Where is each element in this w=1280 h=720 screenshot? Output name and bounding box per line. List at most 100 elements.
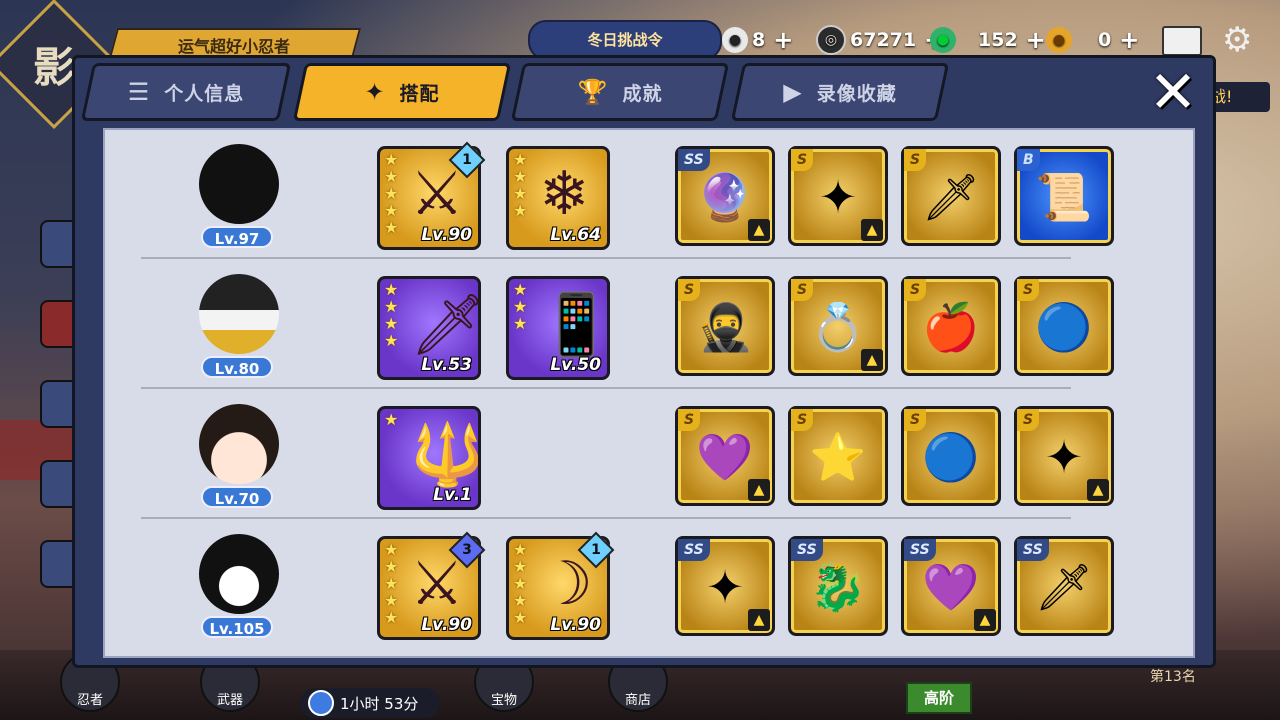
treasure-slot[interactable]: SS 🐉 bbox=[788, 536, 888, 636]
add-resource-icon[interactable]: + bbox=[1119, 26, 1139, 54]
treasure-icon: 🔵 bbox=[1035, 300, 1093, 354]
treasure-slot[interactable]: S 💍 ▲ bbox=[788, 276, 888, 376]
treasure-icon: 🍎 bbox=[922, 300, 980, 354]
treasure-icon: 🔮 bbox=[696, 170, 754, 224]
ninja-avatar[interactable]: Lv.97 bbox=[191, 144, 287, 248]
treasure-slot[interactable]: SS ✦ ▲ bbox=[675, 536, 775, 636]
tab-loadout[interactable]: ✦ 搭配 bbox=[292, 63, 512, 121]
add-resource-icon[interactable]: + bbox=[1026, 26, 1046, 54]
treasure-slot[interactable]: SS 🔮 ▲ bbox=[675, 146, 775, 246]
star-icon: ★ bbox=[513, 167, 528, 186]
weapon-level: Lv.53 bbox=[421, 355, 472, 375]
star-icon: ★ bbox=[384, 201, 399, 220]
tab-label: 个人信息 bbox=[164, 82, 245, 105]
treasure-icon: 💜 bbox=[922, 560, 980, 614]
weapon-slot[interactable]: ★ ★ ★ ★ ★ ⚔ Lv.90 1 bbox=[377, 141, 486, 250]
upgrade-arrow-icon: ▲ bbox=[861, 219, 883, 241]
advanced-badge[interactable]: 高阶 bbox=[906, 682, 972, 714]
star-icon: ★ bbox=[384, 218, 399, 237]
treasure-slot[interactable]: S ⭐ bbox=[788, 406, 888, 506]
resource-coin[interactable]: ◎ 67271 + bbox=[816, 24, 944, 56]
ninja-level: Lv.105 bbox=[201, 616, 273, 638]
treasure-icon: ⭐ bbox=[809, 430, 867, 484]
upgrade-arrow-icon: ▲ bbox=[748, 479, 770, 501]
star-icon: ★ bbox=[384, 574, 399, 593]
weapon-stars: ★ ★ ★ bbox=[513, 281, 527, 332]
treasure-slot[interactable]: S 💜 ▲ bbox=[675, 406, 775, 506]
rank-text: 第13名 bbox=[1150, 669, 1196, 685]
treasure-slot[interactable]: S 🍎 bbox=[901, 276, 1001, 376]
upgrade-arrow-icon: ▲ bbox=[974, 609, 996, 631]
tab-label: 录像收藏 bbox=[816, 82, 897, 105]
jade-icon: ● bbox=[930, 27, 956, 53]
treasure-icon: 🔵 bbox=[922, 430, 980, 484]
treasure-slot[interactable]: S 🗡 bbox=[901, 146, 1001, 246]
treasure-slot[interactable]: S ✦ ▲ bbox=[788, 146, 888, 246]
weapon-stars: ★ ★ ★ ★ ★ bbox=[384, 541, 398, 626]
ninja-avatar[interactable]: Lv.105 bbox=[191, 534, 287, 638]
star-icon: ★ bbox=[384, 184, 399, 203]
treasure-slot[interactable]: S 🔵 bbox=[901, 406, 1001, 506]
treasure-slot[interactable]: S 🥷 bbox=[675, 276, 775, 376]
upgrade-arrow-icon: ▲ bbox=[1087, 479, 1109, 501]
play-icon: ▶ bbox=[783, 78, 803, 106]
mail-icon[interactable] bbox=[1162, 26, 1202, 56]
ninja-avatar[interactable]: Lv.70 bbox=[191, 404, 287, 508]
weapon-icon: 📱 bbox=[539, 290, 610, 360]
treasure-slot[interactable]: SS 💜 ▲ bbox=[901, 536, 1001, 636]
tab-label: 搭配 bbox=[399, 82, 440, 105]
coin-icon: ◎ bbox=[816, 25, 846, 55]
weapon-stars: ★ bbox=[384, 411, 398, 428]
weapon-level: Lv.1 bbox=[433, 485, 472, 505]
treasure-slot[interactable]: S 🔵 bbox=[1014, 276, 1114, 376]
resource-rice[interactable]: ● 8 + bbox=[722, 24, 793, 56]
treasure-icon: ✦ bbox=[1044, 430, 1084, 484]
weapon-level: Lv.90 bbox=[421, 225, 472, 245]
star-icon: ★ bbox=[513, 184, 528, 203]
tab-achievements[interactable]: 🏆 成就 bbox=[510, 63, 730, 121]
loadout-row: Lv.70 ★ 🔱 Lv.1 S 💜 ▲ S ⭐ S 🔵 S ✦ ▲ bbox=[105, 390, 1193, 519]
weapon-slot[interactable]: ★ ★ ★ ★ 🗡 Lv.53 bbox=[377, 276, 481, 380]
star-icon: ★ bbox=[513, 297, 528, 316]
weapon-stars: ★ ★ ★ ★ bbox=[384, 281, 398, 349]
ninja-avatar[interactable]: Lv.80 bbox=[191, 274, 287, 378]
tab-label: 成就 bbox=[622, 82, 663, 105]
treasure-slot[interactable]: S ✦ ▲ bbox=[1014, 406, 1114, 506]
event-badge[interactable]: 冬日挑战令 bbox=[528, 20, 722, 60]
weapon-icon: ❄ bbox=[539, 159, 590, 229]
treasure-slot[interactable]: B 📜 bbox=[1014, 146, 1114, 246]
resource-jade[interactable]: ● 152 + bbox=[930, 24, 1046, 56]
treasure-icon: ✦ bbox=[705, 560, 745, 614]
star-icon: ★ bbox=[384, 608, 399, 627]
star-icon: ★ bbox=[513, 557, 528, 576]
weapon-slot[interactable]: ★ ★ ★ 📱 Lv.50 bbox=[506, 276, 610, 380]
rice-ball-icon: ● bbox=[722, 27, 748, 53]
treasure-icon: 🥷 bbox=[696, 300, 754, 354]
treasure-icon: 🗡 bbox=[921, 170, 981, 224]
weapon-level: Lv.90 bbox=[421, 615, 472, 635]
gear-icon[interactable]: ⚙ bbox=[1222, 20, 1252, 60]
map-pin-icon: ● bbox=[1046, 27, 1072, 53]
treasure-slot[interactable]: SS 🗡 bbox=[1014, 536, 1114, 636]
add-resource-icon[interactable]: + bbox=[773, 26, 793, 54]
star-icon: ★ bbox=[384, 167, 399, 186]
row-divider bbox=[141, 257, 1071, 259]
star-icon: ★ bbox=[513, 150, 528, 169]
tab-profile[interactable]: ☰ 个人信息 bbox=[80, 63, 292, 121]
star-icon: ★ bbox=[513, 574, 528, 593]
gem-count: 3 bbox=[462, 542, 472, 558]
clock-icon bbox=[308, 690, 334, 716]
gem-count: 1 bbox=[591, 542, 601, 558]
row-divider bbox=[141, 517, 1071, 519]
weapon-slot[interactable]: ★ ★ ★ ★ ❄ Lv.64 bbox=[506, 146, 610, 250]
resource-pin[interactable]: ● 0 + bbox=[1046, 24, 1139, 56]
tab-replays[interactable]: ▶ 录像收藏 bbox=[730, 63, 950, 121]
weapon-slot[interactable]: ★ 🔱 Lv.1 bbox=[377, 406, 481, 510]
loadout-row: Lv.80 ★ ★ ★ ★ 🗡 Lv.53 ★ ★ ★ 📱 Lv.50 S 🥷 S 💍 ▲ S 🍎 S … bbox=[105, 260, 1193, 389]
weapon-slot[interactable]: ★ ★ ★ ★ ★ ⚔ Lv.90 3 bbox=[377, 531, 486, 640]
ninja-portrait bbox=[199, 534, 279, 614]
treasure-icon: 💜 bbox=[696, 430, 754, 484]
close-icon[interactable]: ✕ bbox=[1143, 62, 1203, 122]
weapon-slot[interactable]: ★ ★ ★ ★ ★ ☽ Lv.90 1 bbox=[506, 531, 615, 640]
ninja-level: Lv.97 bbox=[201, 226, 273, 248]
